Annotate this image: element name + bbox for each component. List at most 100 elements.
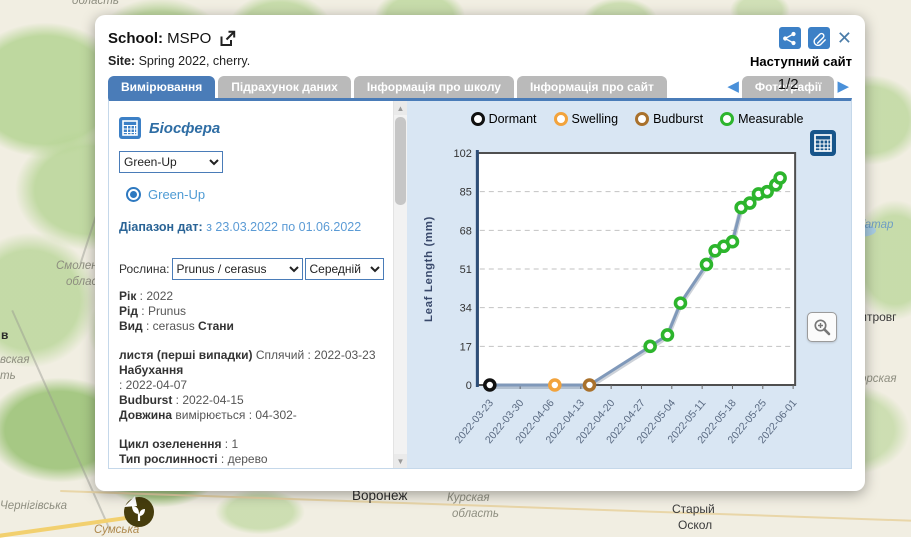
legend-label: Measurable — [738, 112, 803, 126]
svg-text:Leaf Length (mm): Leaf Length (mm) — [423, 216, 435, 322]
map-label: область — [72, 0, 119, 7]
tab-bar: Вимірювання Підрахунок даних Інформація … — [108, 75, 852, 98]
data-point-dormant[interactable] — [485, 380, 495, 390]
data-point-measurable[interactable] — [645, 341, 655, 351]
greenup-radio[interactable] — [126, 187, 141, 202]
map-label: Курская — [447, 492, 490, 504]
school-title: School: MSPO — [108, 30, 211, 47]
data-point-measurable[interactable] — [775, 173, 785, 183]
scroll-down-icon[interactable]: ▼ — [394, 454, 407, 468]
legend-ring-icon — [635, 112, 649, 126]
legend-item[interactable]: Budburst — [635, 112, 703, 126]
paperclip-icon — [811, 31, 826, 46]
school-value: MSPO — [167, 30, 211, 47]
data-point-measurable[interactable] — [675, 298, 685, 308]
legend-item[interactable]: Dormant — [471, 112, 537, 126]
prev-page-arrow-icon[interactable]: ◀ — [724, 77, 742, 97]
detail-line: Довжина вимірюється : 04-302- — [119, 408, 376, 423]
data-point-budburst[interactable] — [584, 380, 594, 390]
plant-marker-icon — [121, 493, 157, 529]
detail-line: Вид : cerasus Стани — [119, 319, 376, 334]
next-page-arrow-icon[interactable]: ▶ — [834, 77, 852, 97]
site-detail-dialog: School: MSPO — [95, 15, 865, 491]
legend-label: Dormant — [489, 112, 537, 126]
plant-select[interactable]: Prunus / cerasus — [172, 258, 303, 280]
site-value: Spring 2022, cherry. — [139, 54, 251, 68]
biosphere-table-icon — [119, 117, 141, 139]
detail-gap — [119, 423, 376, 437]
data-point-measurable[interactable] — [662, 330, 672, 340]
attach-link-button[interactable] — [808, 27, 830, 49]
map-label: ть — [0, 370, 16, 382]
data-point-measurable[interactable] — [727, 237, 737, 247]
scroll-up-icon[interactable]: ▲ — [394, 101, 407, 115]
open-school-icon[interactable] — [218, 29, 237, 48]
statistic-select[interactable]: Середній — [305, 258, 384, 280]
tab-content: Біосфера Green-Up Green-Up Діапазон дат:… — [108, 98, 852, 469]
legend-ring-icon — [554, 112, 568, 126]
detail-line: Рік : 2022 — [119, 289, 376, 304]
leaf-length-chart: 017345168851022022-03-232022-03-302022-0… — [407, 101, 851, 468]
svg-text:68: 68 — [460, 225, 472, 237]
date-range-label: Діапазон дат: — [119, 220, 203, 234]
dialog-header: School: MSPO — [108, 26, 852, 50]
detail-line: Цикл озеленення : 1 — [119, 437, 376, 452]
site-plant-marker[interactable] — [121, 493, 157, 529]
legend-label: Swelling — [572, 112, 619, 126]
tab-data-counts[interactable]: Підрахунок даних — [218, 76, 351, 98]
share-button[interactable] — [779, 27, 801, 49]
chart-panel: Dormant Swelling Budburst Measurable 0 17 34 5… — [407, 101, 851, 468]
svg-text:51: 51 — [460, 264, 472, 276]
legend-ring-icon — [720, 112, 734, 126]
chart-legend: DormantSwellingBudburstMeasurable — [478, 112, 796, 126]
data-point-measurable[interactable] — [745, 198, 755, 208]
detail-line: Тип рослинності : дерево — [119, 452, 376, 467]
data-point-swelling[interactable] — [550, 380, 560, 390]
legend-label: Budburst — [653, 112, 703, 126]
scrollbar-thumb[interactable] — [395, 117, 406, 205]
detail-line: Рід : Prunus — [119, 304, 376, 319]
detail-line: листя (перші випадки) Сплячий : 2022-03-… — [119, 348, 376, 363]
close-icon[interactable]: ✕ — [837, 29, 852, 47]
greenup-radio-label: Green-Up — [148, 187, 205, 202]
measurement-panel: Біосфера Green-Up Green-Up Діапазон дат:… — [109, 101, 393, 468]
map-label: область — [452, 508, 499, 520]
map-road — [60, 490, 911, 522]
detail-line: Кількість листків : 4 — [119, 467, 376, 468]
plant-label: Рослина: — [119, 262, 170, 276]
page-indicator: 1/2 — [778, 76, 799, 93]
photos-tab-cluster: ◀ Фотографії ▶ 1/2 — [724, 76, 852, 98]
svg-text:17: 17 — [460, 341, 472, 353]
map-label: вская — [0, 354, 29, 366]
map-label: орская — [860, 373, 897, 385]
detail-line: Budburst : 2022-04-15 — [119, 393, 376, 408]
panel-scrollbar[interactable]: ▲ ▼ — [393, 101, 407, 468]
detail-gap — [119, 334, 376, 348]
data-point-measurable[interactable] — [701, 259, 711, 269]
map-label: в — [1, 328, 8, 342]
school-label: School: — [108, 30, 163, 47]
measurement-details: Рік : 2022Рід : PrunusВид : cerasus Стан… — [119, 289, 376, 468]
legend-item[interactable]: Measurable — [720, 112, 803, 126]
tab-measurements[interactable]: Вимірювання — [108, 76, 215, 98]
dialog-subheader: Site: Spring 2022, cherry. Наступний сай… — [108, 50, 852, 72]
date-range-value: з 23.03.2022 по 01.06.2022 — [206, 220, 361, 234]
svg-text:0: 0 — [466, 380, 472, 392]
legend-ring-icon — [471, 112, 485, 126]
site-label: Site: — [108, 54, 135, 68]
protocol-select[interactable]: Green-Up — [119, 151, 223, 173]
tab-site-info[interactable]: Інформація про сайт — [517, 76, 667, 98]
date-range: Діапазон дат: з 23.03.2022 по 01.06.2022 — [119, 220, 361, 234]
tab-school-info[interactable]: Інформація про школу — [354, 76, 514, 98]
site-title: Site: Spring 2022, cherry. — [108, 54, 250, 68]
detail-line: : 2022-04-07 — [119, 378, 376, 393]
section-title: Біосфера — [149, 120, 220, 137]
svg-text:85: 85 — [460, 187, 472, 199]
legend-item[interactable]: Swelling — [554, 112, 619, 126]
detail-line: Набухання — [119, 363, 376, 378]
map-label: Чернігівська — [0, 500, 67, 512]
map-label: Оскол — [678, 518, 712, 532]
share-nodes-icon — [782, 31, 797, 46]
svg-text:34: 34 — [460, 303, 472, 315]
next-site-link[interactable]: Наступний сайт — [750, 54, 852, 69]
